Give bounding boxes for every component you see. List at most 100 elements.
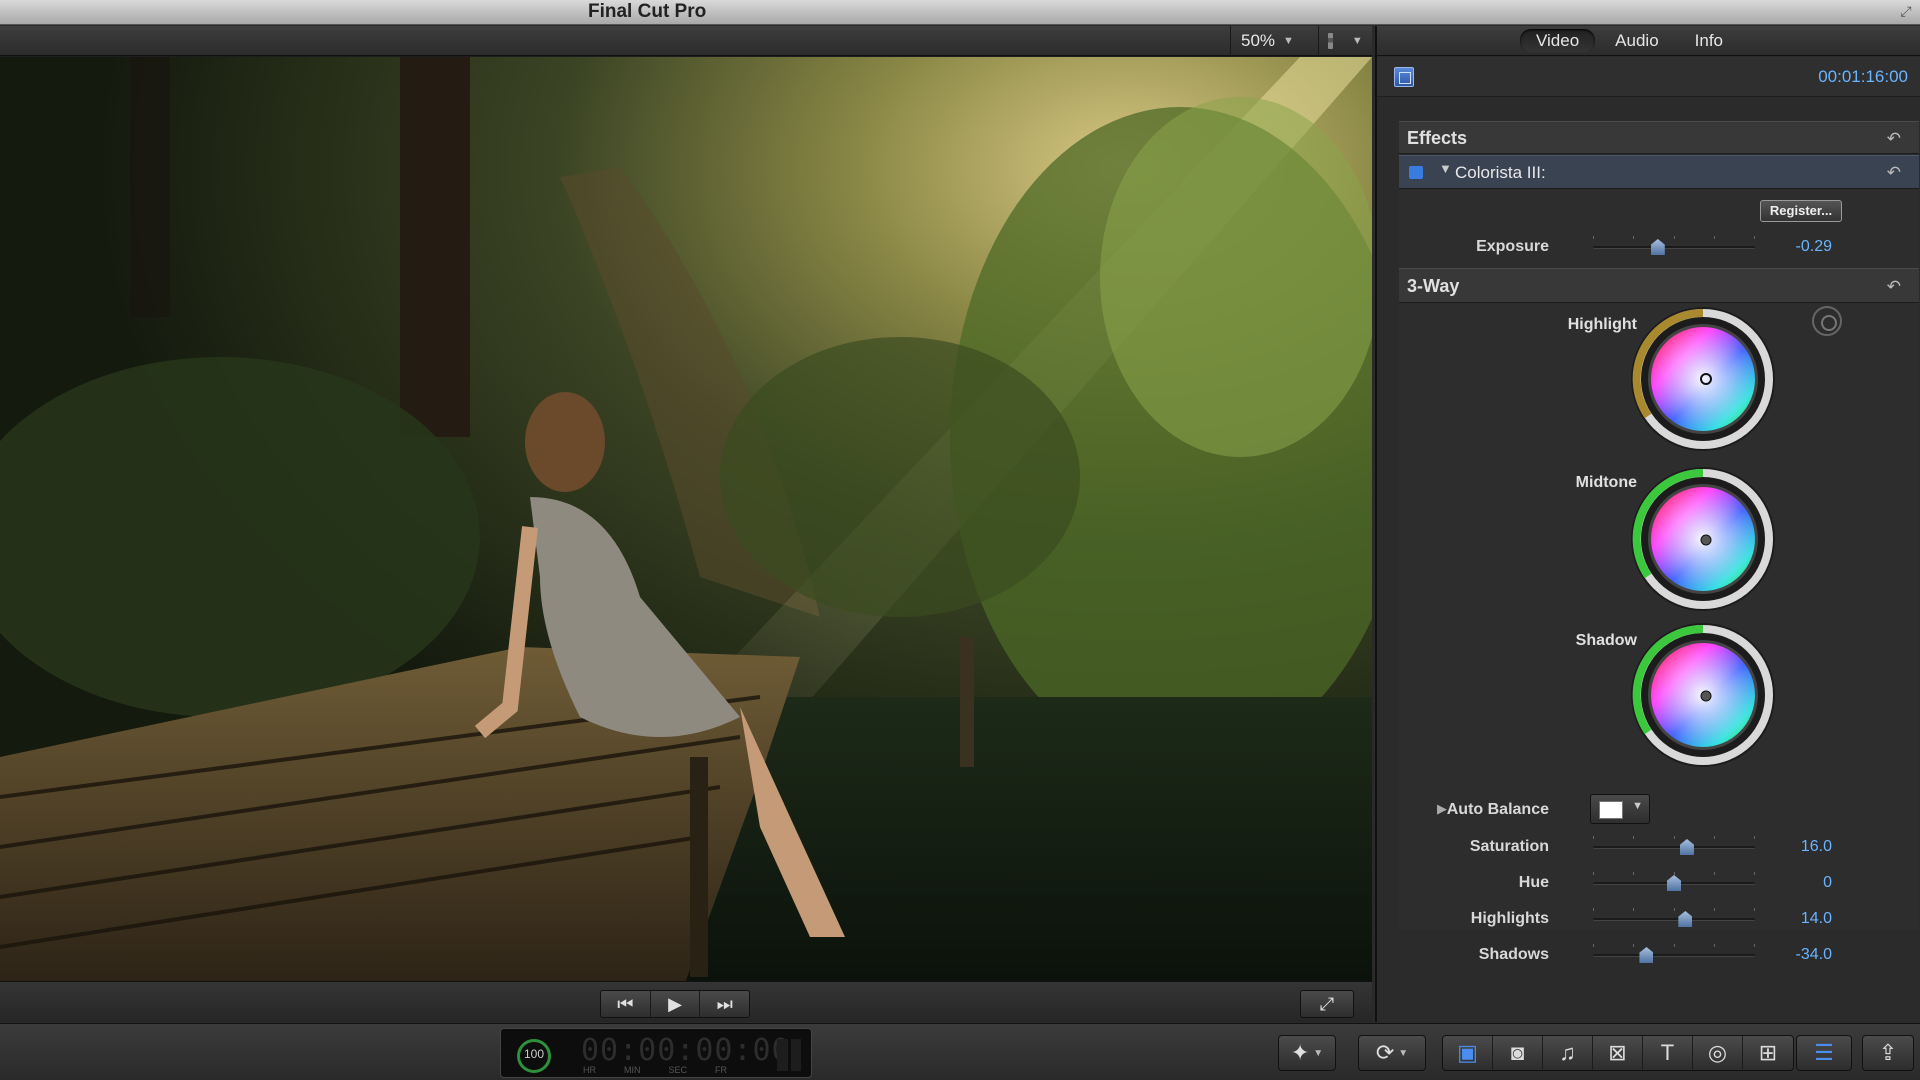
zoom-level: 50% [1241,31,1276,50]
share-button[interactable]: ⇪ [1862,1035,1914,1071]
shadows-slider[interactable] [1593,947,1755,963]
inspector-tabs: Video Audio Info [1377,26,1920,56]
view-options-icon [1328,33,1334,49]
video-frame[interactable] [0,57,1372,981]
reset-icon[interactable]: ↶ [1887,156,1901,190]
color-wheel-graphic [1631,307,1775,451]
unit-label: FR [715,1065,728,1075]
share-icon: ⇪ [1878,1040,1898,1065]
slider-ticks [1593,236,1755,240]
go-to-end-icon[interactable]: ⏭ [700,991,749,1017]
shadows-row: Shadows -34.0 [1375,940,1920,970]
highlights-slider[interactable] [1593,911,1755,927]
dashboard[interactable]: 100 00:00:00:00 HR MIN SEC FR [500,1028,812,1078]
slider-thumb[interactable] [1667,875,1681,891]
chevron-down-icon: ▼ [1632,800,1643,812]
retime-menu[interactable]: ⟳ ▼ [1358,1035,1426,1071]
midtone-color-wheel[interactable] [1628,464,1778,614]
viewer-toolbar: 50% ▼ ▼ [0,26,1372,56]
reset-icon[interactable]: ↶ [1887,269,1901,304]
viewer: 50% ▼ ▼ ⏮ ▶ ⏭ ⤢ [0,26,1372,1022]
inspector-icon: ☰ [1814,1040,1834,1065]
tab-audio[interactable]: Audio [1599,29,1674,53]
chevron-down-icon: ▼ [1283,35,1294,47]
chevron-down-icon: ▼ [1398,1047,1409,1059]
effect-enable-checkbox[interactable] [1409,166,1423,179]
event-browser-icon[interactable]: ▣ [1443,1036,1493,1070]
generators-browser-icon[interactable]: ◎ [1693,1036,1743,1070]
zoom-menu[interactable]: 50% ▼ [1230,26,1304,56]
title-bar: Final Cut Pro ⤢ [0,0,1920,25]
color-wheel-graphic [1631,467,1775,611]
themes-browser-icon[interactable]: ⊞ [1743,1036,1793,1070]
fullscreen-icon[interactable]: ⤢ [1300,990,1354,1018]
color-swatch [1599,801,1623,819]
hue-label: Hue [1518,874,1549,891]
disclosure-triangle-icon[interactable]: ▼ [1439,161,1452,176]
go-to-start-icon[interactable]: ⏮ [601,991,651,1017]
chevron-down-icon: ▼ [1351,35,1363,47]
clip-timecode: 00:01:16:00 [1818,67,1908,86]
highlights-value[interactable]: 14.0 [1801,904,1832,934]
unit-label: MIN [624,1065,641,1075]
reset-icon[interactable]: ↶ [1887,122,1901,155]
inspector-header: 00:01:16:00 [1377,57,1920,97]
exposure-row: Exposure -0.29 [1375,232,1920,262]
slider-thumb[interactable] [1639,947,1654,963]
auto-balance-color-picker[interactable]: ▼ [1590,794,1650,824]
effect-name: Colorista III: [1455,163,1546,182]
register-button[interactable]: Register... [1760,200,1842,222]
dashboard-timecode: 00:00:00:00 [581,1033,791,1068]
tab-info[interactable]: Info [1679,29,1739,53]
saturation-slider[interactable] [1593,839,1755,855]
titles-browser-icon[interactable]: T [1643,1036,1693,1070]
reset-wheels-icon[interactable] [1812,306,1842,336]
hue-row: Hue 0 [1375,868,1920,898]
inspector-toggle[interactable]: ☰ [1796,1035,1852,1071]
saturation-label: Saturation [1469,838,1549,855]
slider-thumb[interactable] [1650,239,1665,255]
color-wheel-graphic [1631,623,1775,767]
exposure-value[interactable]: -0.29 [1796,232,1832,262]
highlight-wheel-label: Highlight [1567,316,1637,333]
highlight-color-wheel[interactable] [1628,304,1778,454]
unit-label: HR [583,1065,596,1075]
auto-balance-label: Auto Balance [1446,801,1549,818]
play-icon[interactable]: ▶ [651,991,701,1017]
music-browser-icon[interactable]: ♫ [1543,1036,1593,1070]
highlights-row: Highlights 14.0 [1375,904,1920,934]
unit-label: SEC [668,1065,688,1075]
transport-controls: ⏮ ▶ ⏭ [600,990,750,1018]
photo-browser-icon[interactable]: ◙ [1493,1036,1543,1070]
slider-thumb[interactable] [1679,839,1694,855]
tab-video[interactable]: Video [1519,28,1596,53]
browser-buttons: ▣ ◙ ♫ ⊠ T ◎ ⊞ [1442,1035,1794,1071]
shadow-color-wheel[interactable] [1628,620,1778,770]
slider-ticks [1593,908,1755,912]
clip-icon [1394,67,1414,87]
effect-row-colorista[interactable]: ▼ Colorista III: ↶ [1399,155,1919,189]
view-options-menu[interactable]: ▼ [1318,26,1372,56]
exposure-slider[interactable] [1593,239,1755,255]
slider-ticks [1593,836,1755,840]
window-title: Final Cut Pro [588,1,707,22]
enhancements-menu[interactable]: ✦ ▼ [1278,1035,1336,1071]
effects-section-header[interactable]: Effects ↶ [1399,121,1919,154]
background-tasks-indicator[interactable]: 100 [517,1039,551,1073]
retime-icon: ⟳ [1375,1040,1395,1065]
slider-ticks [1593,944,1755,948]
chevron-down-icon: ▼ [1313,1047,1324,1059]
video-image [0,57,1372,981]
threeway-section-header[interactable]: 3-Way ↶ [1399,268,1919,303]
saturation-row: Saturation 16.0 [1375,832,1920,862]
saturation-value[interactable]: 16.0 [1801,832,1832,862]
timecode-units: HR MIN SEC FR [583,1065,727,1075]
slider-thumb[interactable] [1678,911,1693,927]
hue-value[interactable]: 0 [1823,868,1832,898]
transitions-browser-icon[interactable]: ⊠ [1593,1036,1643,1070]
shadows-value[interactable]: -34.0 [1796,940,1832,970]
hue-slider[interactable] [1593,875,1755,891]
shadows-label: Shadows [1478,946,1549,963]
highlights-label: Highlights [1470,910,1549,927]
window-fullscreen-icon[interactable]: ⤢ [1898,3,1914,19]
